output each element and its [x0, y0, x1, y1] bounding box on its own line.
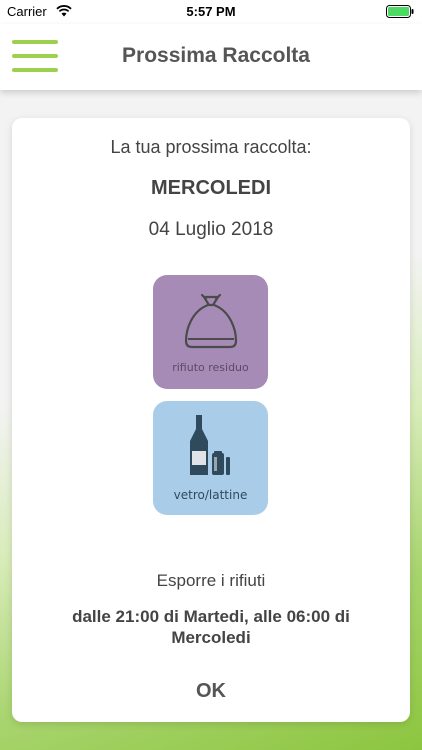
clock: 5:57 PM — [186, 4, 236, 19]
expose-time-window: dalle 21:00 di Martedi, alle 06:00 di Me… — [72, 607, 350, 647]
ok-button[interactable]: OK — [171, 680, 251, 703]
intro-text: La tua prossima raccolta: — [110, 137, 312, 157]
bin-label: vetro/lattine — [173, 488, 248, 502]
bottle-can-icon — [190, 415, 230, 475]
collection-day: MERCOLEDI — [151, 177, 271, 199]
status-bar: Carrier 5:57 PM — [0, 0, 422, 24]
bin-tile-rifiuto-residuo: rifiuto residuo — [153, 275, 268, 389]
page-title: Prossima Raccolta — [122, 44, 310, 67]
bin-label: rifiuto residuo — [172, 361, 249, 374]
next-collection-card: La tua prossima raccolta: MERCOLEDI 04 L… — [12, 118, 410, 722]
expose-title: Esporre i rifiuti — [156, 571, 266, 590]
bin-tile-vetro-lattine: vetro/lattine — [153, 401, 268, 515]
battery-icon — [386, 5, 414, 18]
navigation-bar: Prossima Raccolta — [0, 24, 422, 90]
garbage-bag-icon — [184, 293, 238, 349]
collection-date: 04 Luglio 2018 — [148, 219, 274, 240]
